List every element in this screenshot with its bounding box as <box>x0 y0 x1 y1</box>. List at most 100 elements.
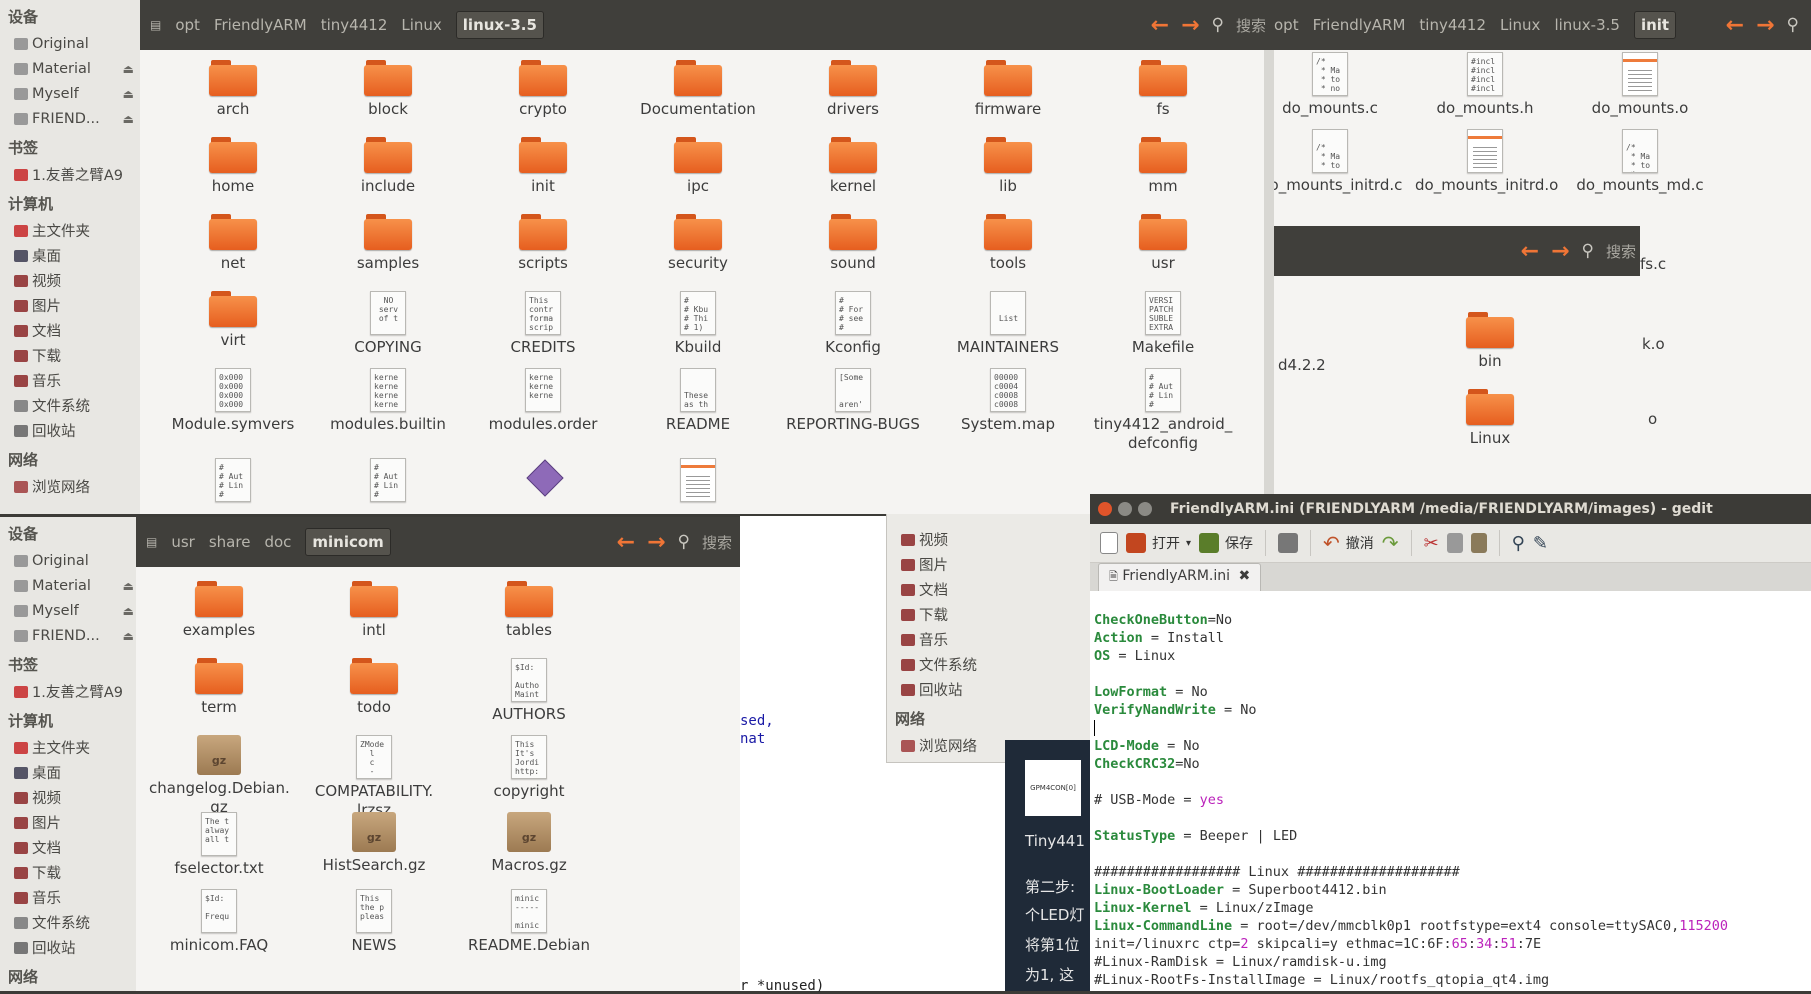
file-minicom-faq[interactable]: $Id: Frequminicom.FAQ <box>149 889 289 955</box>
folder-include[interactable]: include <box>318 137 458 196</box>
back-arrow-icon[interactable]: ← <box>1151 13 1169 38</box>
breadcrumb-linux[interactable]: Linux <box>401 16 441 34</box>
print-icon[interactable] <box>1278 533 1298 553</box>
folder-drivers[interactable]: drivers <box>783 60 923 119</box>
partial-file[interactable]: # # Aut # Lin # <box>370 458 406 505</box>
breadcrumb-usr[interactable]: usr <box>171 533 195 551</box>
chevron-down-icon[interactable]: ▾ <box>1186 538 1191 549</box>
copy-icon[interactable] <box>1447 533 1463 553</box>
partial-image-file[interactable] <box>525 458 565 502</box>
file-macros-gz[interactable]: gzMacros.gz <box>459 812 599 875</box>
file-kbuild[interactable]: # # Kbu # Thi # 1)Kbuild <box>628 291 768 357</box>
breadcrumb-doc[interactable]: doc <box>264 533 291 551</box>
sidebar-item-devices-2[interactable]: Myself⏏ <box>0 81 140 106</box>
folder-ipc[interactable]: ipc <box>628 137 768 196</box>
folder-init[interactable]: init <box>473 137 613 196</box>
file-authors[interactable]: $Id: Autho MaintAUTHORS <box>459 658 599 724</box>
sidebar-item-bookmarks-0[interactable]: 1.友善之臂A9 <box>0 162 140 187</box>
eject-icon[interactable]: ⏏ <box>123 604 134 618</box>
breadcrumb-minicom[interactable]: minicom <box>305 528 390 556</box>
bg-sidebar-item[interactable]: 文件系统 <box>887 652 1091 677</box>
folder-virt[interactable]: virt <box>163 291 303 350</box>
sidebar-item-computer-4[interactable]: 文档 <box>0 835 140 860</box>
undo-button[interactable]: ↶撤消 <box>1323 531 1374 555</box>
folder-mm[interactable]: mm <box>1093 137 1233 196</box>
file-copying[interactable]: NO serv of tCOPYING <box>318 291 458 357</box>
folder-samples[interactable]: samples <box>318 214 458 273</box>
breadcrumb-tiny4412[interactable]: tiny4412 <box>321 16 388 34</box>
sidebar-item-computer-7[interactable]: 文件系统 <box>0 910 140 935</box>
back-arrow-icon[interactable]: ← <box>1726 13 1744 38</box>
eject-icon[interactable]: ⏏ <box>123 112 134 126</box>
forward-arrow-icon[interactable]: → <box>1756 13 1774 38</box>
folder-fs[interactable]: fs <box>1093 60 1233 119</box>
sidebar-item-devices-1[interactable]: Material⏏ <box>0 573 140 598</box>
redo-icon[interactable]: ↷ <box>1382 531 1399 555</box>
breadcrumb-friendlyarm[interactable]: FriendlyARM <box>214 16 307 34</box>
folder-documentation[interactable]: Documentation <box>628 60 768 119</box>
folder-tools[interactable]: tools <box>938 214 1078 273</box>
file-system-map[interactable]: 00000 c0004 c0008 c0008System.map <box>938 368 1078 434</box>
paste-icon[interactable] <box>1471 533 1487 553</box>
sidebar-item-computer-2[interactable]: 视频 <box>0 268 140 293</box>
file-kconfig[interactable]: # # For # see #Kconfig <box>783 291 923 357</box>
minimize-window-icon[interactable] <box>1118 502 1132 516</box>
bg-sidebar-item[interactable]: 图片 <box>887 552 1091 577</box>
breadcrumb-root-icon[interactable]: ▤ <box>146 535 157 549</box>
folder-firmware[interactable]: firmware <box>938 60 1078 119</box>
file-copyright[interactable]: This It's Jordi http:copyright <box>459 735 599 801</box>
file-reporting-bugs[interactable]: [Some aren'REPORTING-BUGS <box>783 368 923 434</box>
sidebar-item-computer-0[interactable]: 主文件夹 <box>0 218 140 243</box>
folder-scripts[interactable]: scripts <box>473 214 613 273</box>
file-makefile[interactable]: VERSI PATCH SUBLE EXTRAMakefile <box>1093 291 1233 357</box>
folder-lib[interactable]: lib <box>938 137 1078 196</box>
sidebar-item-computer-0[interactable]: 主文件夹 <box>0 735 140 760</box>
sidebar-item-computer-3[interactable]: 图片 <box>0 810 140 835</box>
file-do-mounts-initrd-c[interactable]: /* * Ma * todo_mounts_initrd.c <box>1270 129 1400 195</box>
file-readme-debian[interactable]: minic ----- minicREADME.Debian <box>459 889 599 955</box>
sidebar-item-bookmarks-0[interactable]: 1.友善之臂A9 <box>0 679 140 704</box>
folder-examples[interactable]: examples <box>149 581 289 640</box>
folder-linux[interactable]: Linux <box>1420 389 1560 448</box>
file-credits[interactable]: This contr forma scripCREDITS <box>473 291 613 357</box>
file-do-mounts-md-c[interactable]: /* * Ma * to * nodo_mounts_md.c <box>1570 129 1710 195</box>
sidebar-item-network-0[interactable]: 浏览网络 <box>0 474 140 499</box>
maximize-window-icon[interactable] <box>1138 502 1152 516</box>
file-tiny4412-android-defconfig[interactable]: # # Aut # Lin #tiny4412_android_ defconf… <box>1093 368 1233 453</box>
file-do-mounts-h[interactable]: #incl #incl #incl #incldo_mounts.h <box>1415 52 1555 118</box>
back-arrow-icon[interactable]: ← <box>1521 239 1539 264</box>
bg-sidebar-item[interactable]: 文档 <box>887 577 1091 602</box>
file-news[interactable]: This the p pleasNEWS <box>304 889 444 955</box>
close-window-icon[interactable] <box>1098 502 1112 516</box>
document-tab[interactable]: 🗎 FriendlyARM.ini ✖ <box>1098 563 1261 591</box>
eject-icon[interactable]: ⏏ <box>123 87 134 101</box>
sidebar-item-computer-4[interactable]: 文档 <box>0 318 140 343</box>
eject-icon[interactable]: ⏏ <box>123 62 134 76</box>
folder-arch[interactable]: arch <box>163 60 303 119</box>
search-icon[interactable]: ⚲ <box>678 532 690 552</box>
sidebar-item-computer-8[interactable]: 回收站 <box>0 418 140 443</box>
folder-term[interactable]: term <box>149 658 289 717</box>
replace-icon[interactable]: ✎ <box>1533 533 1548 554</box>
folder-intl[interactable]: intl <box>304 581 444 640</box>
sidebar-item-computer-5[interactable]: 下载 <box>0 343 140 368</box>
breadcrumb-opt[interactable]: opt <box>1274 16 1299 34</box>
partial-file[interactable] <box>680 458 716 505</box>
file-modules-order[interactable]: kerne kerne kernemodules.order <box>473 368 613 434</box>
sidebar-item-computer-7[interactable]: 文件系统 <box>0 393 140 418</box>
search-label[interactable]: 搜索 <box>1236 15 1266 36</box>
breadcrumb-tiny4412[interactable]: tiny4412 <box>1419 16 1486 34</box>
back-arrow-icon[interactable]: ← <box>617 530 635 555</box>
folder-tables[interactable]: tables <box>459 581 599 640</box>
new-document-icon[interactable] <box>1100 532 1118 554</box>
search-icon[interactable]: ⚲ <box>1582 241 1594 261</box>
file-modules-builtin[interactable]: kerne kerne kerne kernemodules.builtin <box>318 368 458 434</box>
breadcrumb-root-icon[interactable]: ▤ <box>150 18 161 32</box>
forward-arrow-icon[interactable]: → <box>1551 239 1569 264</box>
search-icon[interactable]: ⚲ <box>1787 15 1799 35</box>
search-label[interactable]: 搜索 <box>1606 241 1636 262</box>
sidebar-item-computer-1[interactable]: 桌面 <box>0 243 140 268</box>
bg-sidebar-item[interactable]: 视频 <box>887 527 1091 552</box>
folder-bin[interactable]: bin <box>1420 312 1560 371</box>
sidebar-item-devices-3[interactable]: FRIEND...⏏ <box>0 623 140 648</box>
